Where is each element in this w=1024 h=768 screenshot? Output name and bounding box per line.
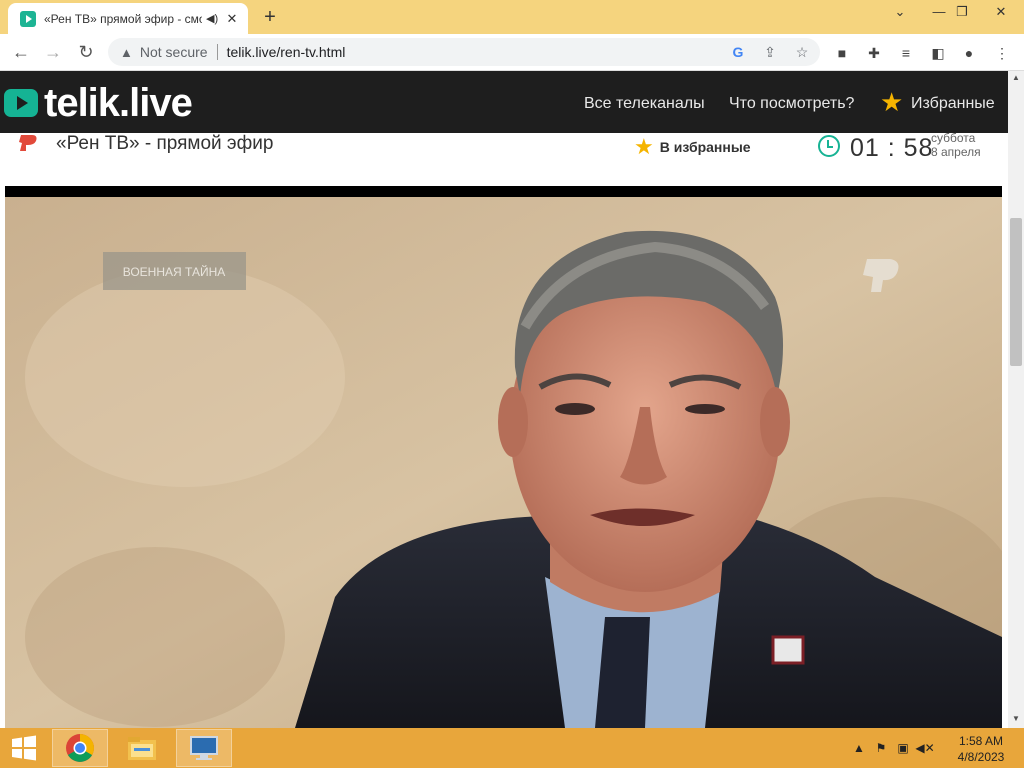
star-icon: ★	[634, 134, 654, 159]
profile-icon[interactable]: ●	[958, 42, 980, 64]
bookmark-star-icon[interactable]: ☆	[792, 42, 812, 62]
action-center-flag-icon[interactable]: ⚑	[870, 741, 892, 755]
start-button[interactable]	[0, 729, 48, 767]
taskbar-clock[interactable]: 1:58 AM 4/8/2023	[951, 733, 1011, 765]
address-bar[interactable]: ▲ Not secure telik.live/ren-tv.html	[108, 38, 820, 66]
clock-icon	[818, 135, 840, 157]
reload-icon[interactable]: ↻	[73, 39, 99, 65]
menu-kebab-icon[interactable]: ⋮	[991, 42, 1013, 64]
channel-info-bar: «Рен ТВ» - прямой эфир ★ В избранные 01 …	[0, 131, 1008, 186]
security-label[interactable]: Not secure	[140, 44, 208, 60]
browser-toolbar: ← → ↻ ▲ Not secure telik.live/ren-tv.htm…	[0, 34, 1024, 71]
overlay-caption: ВОЕННАЯ ТАЙНА	[123, 264, 226, 279]
video-frame: ВОЕННАЯ ТАЙНА	[5, 197, 1002, 728]
forward-icon[interactable]: →	[40, 39, 66, 65]
add-to-favorites-button[interactable]: ★ В избранные	[634, 134, 751, 160]
scroll-down-icon[interactable]: ▼	[1008, 712, 1024, 726]
taskbar-remote-desktop[interactable]	[176, 729, 232, 767]
system-tray: ▲ ⚑ ▣ ◀✕	[848, 728, 936, 768]
player-top-bar	[5, 186, 1002, 197]
tab-favicon-icon	[20, 10, 36, 27]
url-text[interactable]: telik.live/ren-tv.html	[227, 44, 346, 60]
add-to-favorites-label: В избранные	[659, 139, 751, 155]
side-panel-icon[interactable]: ◧	[927, 42, 949, 64]
windows-taskbar: ▲ ⚑ ▣ ◀✕ 1:58 AM 4/8/2023	[0, 728, 1024, 768]
scroll-up-icon[interactable]: ▲	[1008, 71, 1024, 85]
extension-icon[interactable]: ■	[831, 42, 853, 64]
remote-desktop-icon	[190, 736, 218, 760]
taskbar-time: 1:58 AM	[958, 734, 1004, 748]
tab-close-icon[interactable]: ✕	[224, 11, 240, 27]
tab-audio-icon[interactable]: ◀)	[206, 12, 220, 25]
back-icon[interactable]: ←	[8, 39, 34, 65]
network-icon[interactable]: ▣	[892, 741, 914, 755]
windows-logo-icon	[12, 735, 36, 761]
nav-all-channels[interactable]: Все телеканалы	[584, 95, 705, 113]
page-scrollbar[interactable]	[1008, 71, 1024, 728]
site-header: telik.live Все телеканалы Что посмотреть…	[0, 71, 1024, 133]
current-date: 8 апреля	[931, 145, 981, 159]
taskbar-chrome[interactable]	[52, 729, 108, 767]
new-tab-button[interactable]: +	[258, 6, 282, 30]
nav-what-to-watch[interactable]: Что посмотреть?	[729, 95, 854, 113]
nav-favorites[interactable]: Избранные	[911, 95, 995, 113]
site-logo-text: telik.live	[44, 80, 193, 125]
scrollbar-thumb[interactable]	[1010, 218, 1022, 366]
day-of-week: суббота	[931, 131, 976, 145]
tab-strip: «Рен ТВ» прямой эфир - смотреть онлайн ◀…	[0, 0, 1024, 34]
chrome-icon	[66, 734, 94, 762]
folder-icon	[128, 737, 156, 760]
extensions-puzzle-icon[interactable]: ✚	[863, 42, 885, 64]
tv-play-icon	[4, 89, 38, 117]
channel-title: «Рен ТВ» - прямой эфир	[56, 133, 274, 154]
close-window-icon[interactable]: ✕	[984, 0, 1018, 28]
tab-title: «Рен ТВ» прямой эфир - смотреть онлайн	[44, 11, 202, 26]
browser-tab[interactable]: «Рен ТВ» прямой эфир - смотреть онлайн ◀…	[8, 3, 248, 34]
taskbar-file-explorer[interactable]	[114, 729, 170, 767]
ren-tv-logo-icon	[19, 135, 37, 151]
site-logo[interactable]: telik.live	[4, 80, 193, 125]
media-control-icon[interactable]: ≡	[895, 42, 917, 64]
restore-icon[interactable]: ❐	[945, 0, 979, 28]
share-icon[interactable]: ⇪	[760, 42, 780, 62]
taskbar-date: 4/8/2023	[957, 750, 1005, 764]
current-time: 01 : 58	[850, 134, 934, 162]
warning-icon[interactable]: ▲	[120, 45, 133, 60]
show-hidden-icons-icon[interactable]: ▲	[848, 741, 870, 755]
tab-search-icon[interactable]: ⌄	[883, 0, 917, 28]
favorites-star-icon[interactable]: ★	[880, 89, 904, 115]
video-player[interactable]: ВОЕННАЯ ТАЙНА	[5, 197, 1002, 728]
volume-muted-icon[interactable]: ◀✕	[914, 741, 936, 755]
omnibox-divider	[216, 44, 218, 60]
google-translate-icon[interactable]: G	[728, 42, 748, 62]
